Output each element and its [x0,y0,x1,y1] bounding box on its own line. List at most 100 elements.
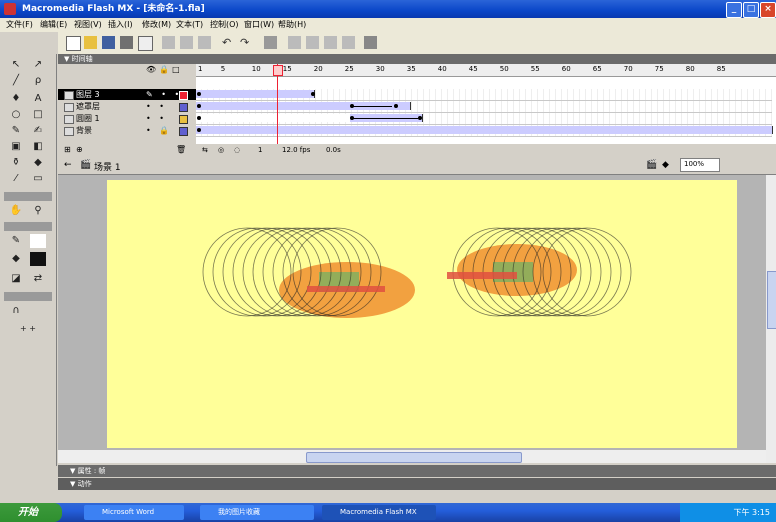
keyframe[interactable] [394,104,398,108]
frame-ruler[interactable]: 1 5 10 15 20 25 30 35 40 45 50 55 60 65 70 75 80 85 [196,64,776,77]
default-colors-icon[interactable]: ◪ [8,272,24,286]
keyframe[interactable] [197,128,201,132]
line-tool-icon[interactable]: ╱ [8,74,24,88]
stroke-color-swatch[interactable] [30,234,46,248]
layer-row[interactable]: 背景 • 🔒 [58,125,196,136]
eye-lock-outline-icons[interactable]: 👁🔒□ [146,64,183,75]
paint-bucket-tool-icon[interactable]: ◆ [30,156,46,170]
text-tool-icon[interactable]: A [30,92,46,106]
menu-modify[interactable]: 修改(M) [142,19,171,30]
layer-visibility-dots[interactable]: • • [146,113,167,124]
frame-row[interactable] [196,113,772,125]
snap-magnet-icon[interactable] [264,36,277,49]
snap-option-icon[interactable]: ∩ [8,304,24,318]
frame-row[interactable] [196,101,772,113]
menu-help[interactable]: 帮助(H) [278,19,306,30]
add-guide-icon[interactable]: ⊕ [76,144,83,155]
onion-skin-icon[interactable]: ◎ [218,144,224,156]
redo-icon[interactable]: ↷ [240,36,253,49]
option-modifiers-icon[interactable]: + + [8,322,48,336]
subselect-tool-icon[interactable]: ↗ [30,58,46,72]
free-transform-tool-icon[interactable]: ▣ [8,140,24,154]
edit-scene-icon[interactable]: 🎬 [646,160,657,170]
task-pictures[interactable]: 我的图片收藏 [200,505,314,520]
new-file-icon[interactable] [66,36,81,51]
menu-view[interactable]: 视图(V) [74,19,102,30]
layer-row[interactable]: 遮罩层 • • [58,101,196,112]
eyedropper-tool-icon[interactable]: ⁄ [8,172,24,186]
smooth-icon[interactable] [288,36,301,49]
delete-layer-icon[interactable]: 🗑 [176,144,186,155]
save-icon[interactable] [102,36,115,49]
stage-canvas[interactable] [107,180,737,448]
start-button[interactable]: 开始 [0,503,62,522]
layer-outline-color[interactable] [179,103,188,112]
rotate-icon[interactable] [324,36,337,49]
layer-row[interactable]: 图层 3 ✎ • • [58,89,196,100]
center-frame-icon[interactable]: ⇆ [202,144,208,156]
back-arrow-icon[interactable]: ← [64,160,72,170]
horizontal-scroll-thumb[interactable] [306,452,522,463]
menu-window[interactable]: 窗口(W) [244,19,274,30]
print-icon[interactable] [120,36,133,49]
fill-transform-tool-icon[interactable]: ◧ [30,140,46,154]
lasso-tool-icon[interactable]: ρ [30,74,46,88]
keyframe[interactable] [197,104,201,108]
menu-file[interactable]: 文件(F) [6,19,33,30]
task-word[interactable]: Microsoft Word [84,505,184,520]
frame-row[interactable] [196,89,772,101]
align-icon[interactable] [364,36,377,49]
cut-icon[interactable] [162,36,175,49]
zoom-select[interactable]: 100% [680,158,720,172]
maximize-button[interactable]: □ [743,2,759,18]
layer-row[interactable]: 圆圈 1 • • [58,113,196,124]
lock-icon[interactable]: • 🔒 [146,125,172,136]
frame-row[interactable] [196,125,773,137]
close-button[interactable]: × [760,2,776,18]
actions-panel-header[interactable]: ▼ 动作 [58,478,776,490]
eraser-tool-icon[interactable]: ▭ [30,172,46,186]
keyframe[interactable] [197,92,201,96]
undo-icon[interactable]: ↶ [222,36,235,49]
rectangle-tool-icon[interactable]: □ [30,108,46,122]
zoom-tool-icon[interactable]: ⚲ [30,204,46,218]
scale-icon[interactable] [342,36,355,49]
task-flash[interactable]: Macromedia Flash MX [322,505,436,520]
swap-colors-icon[interactable]: ⇄ [30,272,46,286]
layer-outline-color[interactable] [179,91,188,100]
pencil-tool-icon[interactable]: ✎ [8,124,24,138]
fill-color-swatch[interactable] [30,252,46,266]
minimize-button[interactable]: _ [726,2,742,18]
layer-outline-color[interactable] [179,115,188,124]
horizontal-scrollbar[interactable] [58,450,774,463]
menu-edit[interactable]: 编辑(E) [40,19,67,30]
oval-tool-icon[interactable]: ○ [8,108,24,122]
copy-icon[interactable] [180,36,193,49]
layer-outline-color[interactable] [179,127,188,136]
pen-tool-icon[interactable]: ♦ [8,92,24,106]
properties-panel-header[interactable]: ▼ 属性 : 帧 [58,465,776,477]
keyframe[interactable] [197,116,201,120]
playhead-line[interactable] [277,64,278,156]
hand-tool-icon[interactable]: ✋ [8,204,24,218]
menu-insert[interactable]: 插入(I) [108,19,133,30]
arrow-tool-icon[interactable]: ↖ [8,58,24,72]
vertical-scrollbar[interactable] [766,175,776,463]
keyframe[interactable] [418,116,422,120]
ink-bottle-tool-icon[interactable]: ⚱ [8,156,24,170]
menu-text[interactable]: 文本(T) [176,19,203,30]
brush-tool-icon[interactable]: ✍ [30,124,46,138]
menu-control[interactable]: 控制(O) [210,19,239,30]
layer-visibility-dots[interactable]: • • [146,101,167,112]
paste-icon[interactable] [198,36,211,49]
straighten-icon[interactable] [306,36,319,49]
open-folder-icon[interactable] [84,36,97,49]
stroke-color-icon[interactable]: ✎ [8,234,24,248]
onion-outline-icon[interactable]: ◌ [234,144,240,156]
edit-symbol-icon[interactable]: ◆ [662,160,669,170]
timeline-header[interactable]: ▼ 时间轴 [58,54,776,64]
fill-color-icon[interactable]: ◆ [8,252,24,266]
add-layer-icon[interactable]: ⊞ [64,144,71,155]
frame-grid[interactable]: 1 5 10 15 20 25 30 35 40 45 50 55 60 65 70 75 80 85 [196,64,776,156]
print-preview-icon[interactable] [138,36,153,51]
